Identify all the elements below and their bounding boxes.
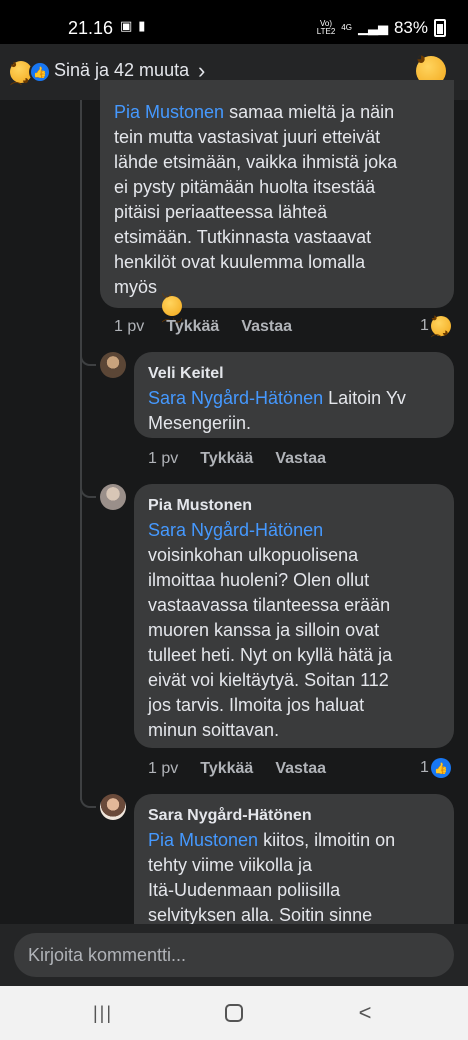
mention-link[interactable]: Sara Nygård-Hätönen <box>148 520 323 540</box>
recent-apps-icon[interactable]: ||| <box>88 998 118 1028</box>
avatar[interactable] <box>100 352 126 378</box>
status-time: 21.16 <box>68 18 114 38</box>
signal-icon: ▁▃▅ <box>357 20 388 35</box>
comment-time[interactable]: 1 pv <box>148 760 178 778</box>
status-right: Vo) LTE2 4G ▁▃▅ 83% <box>317 18 446 38</box>
reactions-summary[interactable]: Sinä ja 42 muuta <box>54 60 189 81</box>
comment-time[interactable]: 1 pv <box>114 318 144 336</box>
home-icon[interactable] <box>219 998 249 1028</box>
thread-connector <box>80 792 96 808</box>
mention-link[interactable]: Pia Mustonen <box>114 102 224 122</box>
reply-button[interactable]: Vastaa <box>275 760 326 778</box>
gallery-icon: ▣ <box>120 18 133 33</box>
comment-actions: 1 pv Tykkää Vastaa <box>148 450 348 468</box>
comment-time[interactable]: 1 pv <box>148 450 178 468</box>
status-bar: 21.16 ▣ ▮ Vo) LTE2 4G ▁▃▅ 83% <box>0 0 468 44</box>
like-button[interactable]: Tykkää <box>200 760 253 778</box>
back-icon[interactable]: < <box>350 998 380 1028</box>
comment-bubble[interactable]: Pia Mustonen Sara Nygård-Hätönen voisink… <box>134 484 454 748</box>
pensive-emoji-icon: ◡︵◡ <box>161 287 183 324</box>
avatar[interactable] <box>100 484 126 510</box>
comment-text: Pia Mustonen samaa mieltä ja näin tein m… <box>114 102 398 324</box>
comment-composer-bar: Kirjoita kommentti... <box>0 924 468 986</box>
comment-actions: 1 pv Tykkää Vastaa <box>148 760 348 778</box>
comment-bubble[interactable]: Sara Nygård-Hätönen Pia Mustonen kiitos,… <box>134 794 454 934</box>
reply-button[interactable]: Vastaa <box>241 318 292 336</box>
comment-input[interactable]: Kirjoita kommentti... <box>14 933 454 977</box>
reaction-count[interactable]: 1 👍 <box>420 758 451 778</box>
like-button[interactable]: Tykkää <box>200 450 253 468</box>
mention-link[interactable]: Sara Nygård-Hätönen <box>148 388 323 408</box>
battery-level: 83% <box>393 18 428 37</box>
like-button[interactable]: Tykkää <box>166 318 219 336</box>
sad-icon: ◕︵◕ <box>430 312 451 339</box>
status-notification-icons: ▣ ▮ <box>120 18 145 34</box>
comment-author[interactable]: Veli Keitel <box>148 362 440 386</box>
like-icon: 👍 <box>430 758 451 778</box>
mobile-data-icon: 4G <box>341 23 352 32</box>
sim-icon: ▮ <box>138 18 146 33</box>
comment-author[interactable]: Pia Mustonen <box>148 494 440 518</box>
reaction-icons[interactable]: ◕︵◕ 👍 <box>10 57 51 87</box>
comment-actions: 1 pv Tykkää Vastaa <box>114 318 314 336</box>
comment-text: Pia Mustonen kiitos, ilmoitin on tehty v… <box>148 830 396 925</box>
comment-bubble[interactable]: Pia Mustonen samaa mieltä ja näin tein m… <box>100 80 454 324</box>
comment-text: Sara Nygård-Hätönen voisinkohan ulkopuol… <box>148 520 393 740</box>
like-reaction-icon: 👍 <box>29 61 51 83</box>
battery-icon <box>434 19 446 37</box>
avatar[interactable] <box>100 794 126 820</box>
reply-button[interactable]: Vastaa <box>275 450 326 468</box>
comment-text: Sara Nygård-Hätönen Laitoin Yv Mesengeri… <box>148 388 406 433</box>
system-nav-bar: ||| < <box>0 986 468 1040</box>
reaction-count[interactable]: 1 ◕︵◕ <box>420 312 451 339</box>
thread-connector <box>80 350 96 366</box>
volte-icon: Vo) LTE2 <box>316 19 336 36</box>
comment-author[interactable]: Sara Nygård-Hätönen <box>148 804 440 828</box>
mention-link[interactable]: Pia Mustonen <box>148 830 258 850</box>
thread-connector <box>80 482 96 498</box>
thread-line <box>80 100 82 800</box>
comment-bubble[interactable]: Veli Keitel Sara Nygård-Hätönen Laitoin … <box>134 352 454 438</box>
